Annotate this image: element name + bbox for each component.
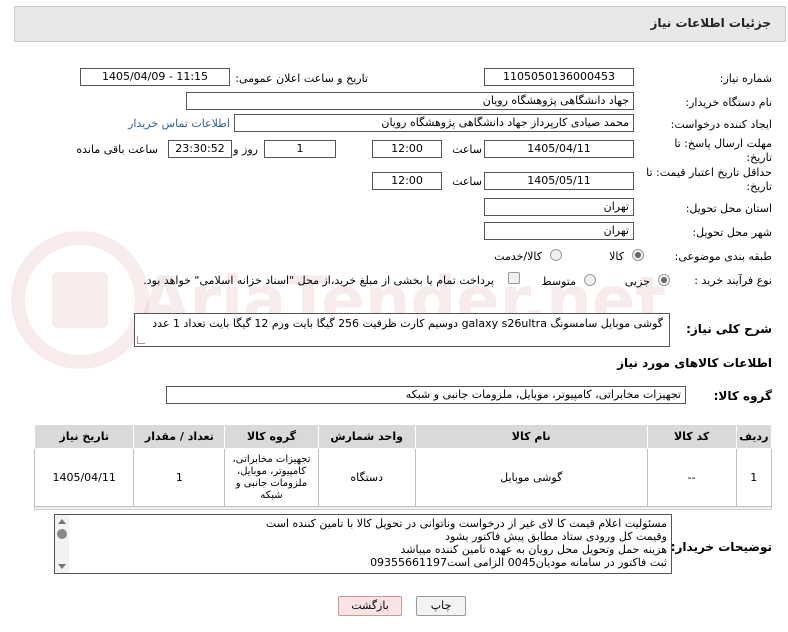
requester-field[interactable]: محمد صیادی کارپرداز جهاد دانشگاهی پژوهشگ…: [234, 114, 634, 132]
price-validity-label: حداقل تاریخ اعتبار قیمت: تا تاریخ:: [646, 166, 772, 193]
buyer-note-line: ثبت فاکتور در سامانه مودیان0045 الزامی ا…: [370, 556, 667, 569]
price-time-field[interactable]: 12:00: [372, 172, 442, 190]
purchase-radio-medium[interactable]: [584, 274, 596, 286]
category-option-goods-service: کالا/خدمت: [494, 250, 542, 263]
cell-date: 1405/04/11: [33, 448, 135, 507]
col-header-qty: تعداد / مقدار: [133, 424, 226, 449]
goods-info-title: اطلاعات کالاهای مورد نیاز: [617, 356, 772, 370]
purchase-radio-minor[interactable]: [658, 274, 670, 286]
need-number-field[interactable]: 1105050136000453: [484, 68, 634, 86]
reply-time-label: ساعت: [452, 143, 482, 156]
treasury-note: پرداخت تمام یا بخشی از مبلغ خرید،از محل …: [143, 274, 494, 287]
remaining-time-field[interactable]: 23:30:52: [168, 140, 232, 158]
days-and-label: روز و: [233, 143, 258, 156]
buyer-org-field[interactable]: جهاد دانشگاهی پژوهشگاه رویان: [186, 92, 634, 110]
notes-scrollbar[interactable]: [55, 515, 69, 573]
goods-group-field[interactable]: تجهیزات مخابراتی، کامپیوتر، موبایل، ملزو…: [166, 386, 686, 404]
reply-deadline-label: مهلت ارسال پاسخ: تا تاریخ:: [674, 137, 772, 164]
table-row[interactable]: 1 -- گوشی موبایل دستگاه تجهیزات مخابراتی…: [33, 448, 773, 507]
description-textarea[interactable]: گوشی موبایل سامسونگ galaxy s26ultra دوسی…: [134, 313, 670, 347]
cell-group: تجهیزات مخابراتی، کامپیوتر، موبایل، ملزو…: [224, 448, 319, 507]
cell-unit: دستگاه: [317, 448, 416, 507]
remaining-time-label: ساعت باقی مانده: [76, 143, 158, 156]
category-radio-goods-service[interactable]: [550, 249, 562, 261]
reply-time-field[interactable]: 12:00: [372, 140, 442, 158]
col-header-name: نام کالا: [414, 424, 648, 449]
price-date-field[interactable]: 1405/05/11: [484, 172, 634, 190]
cell-qty: 1: [133, 448, 226, 507]
purchase-option-medium: متوسط: [541, 275, 576, 288]
province-label: استان محل تحویل:: [685, 202, 772, 215]
table-header-row: ردیف کد کالا نام کالا واحد شمارش گروه کا…: [33, 424, 773, 449]
buyer-org-label: نام دستگاه خریدار:: [685, 96, 772, 109]
buyer-note-line: وقیمت کل ورودی ستاد مطابق پیش فاکتور بشو…: [445, 530, 667, 543]
page-header: جزئیات اطلاعات نیاز: [14, 6, 786, 42]
category-radio-goods[interactable]: [632, 249, 644, 261]
scroll-up-icon[interactable]: [58, 519, 66, 524]
goods-group-label: گروه کالا:: [713, 389, 772, 403]
city-field[interactable]: تهران: [484, 222, 634, 240]
scroll-down-icon[interactable]: [58, 564, 66, 569]
reply-date-field[interactable]: 1405/04/11: [484, 140, 634, 158]
col-header-group: گروه کالا: [224, 424, 319, 449]
purchase-type-label: نوع فرآیند خرید :: [694, 274, 772, 287]
col-header-code: کد کالا: [646, 424, 737, 449]
col-header-date: تاریخ نیاز: [33, 424, 135, 449]
print-button[interactable]: چاپ: [416, 596, 466, 616]
city-label: شهر محل تحویل:: [692, 226, 772, 239]
province-field[interactable]: تهران: [484, 198, 634, 216]
cell-code: --: [646, 448, 737, 507]
days-remaining-field[interactable]: 1: [264, 140, 336, 158]
cell-row-number: 1: [735, 448, 773, 507]
description-text: گوشی موبایل سامسونگ galaxy s26ultra دوسی…: [152, 317, 663, 330]
col-header-row-number: ردیف: [735, 424, 773, 449]
treasury-checkbox[interactable]: [508, 272, 520, 284]
scroll-thumb[interactable]: [57, 529, 67, 539]
items-table: ردیف کد کالا نام کالا واحد شمارش گروه کا…: [33, 424, 773, 507]
page-title: جزئیات اطلاعات نیاز: [650, 16, 771, 30]
announce-field[interactable]: 1405/04/09 - 11:15: [80, 68, 230, 86]
buyer-notes-textarea[interactable]: مسئولیت اعلام قیمت کا لای غیر از درخواست…: [54, 514, 672, 574]
description-label: شرح کلی نیاز:: [686, 322, 772, 336]
announce-label: تاریخ و ساعت اعلان عمومی:: [235, 72, 368, 85]
category-label: طبقه بندی موضوعی:: [674, 250, 772, 263]
category-option-goods: کالا: [609, 250, 624, 263]
purchase-option-minor: جزیی: [624, 275, 650, 288]
buyer-notes-label: توضیحات خریدار:: [670, 540, 772, 554]
cell-name: گوشی موبایل: [414, 448, 648, 507]
need-number-label: شماره نیاز:: [719, 72, 772, 85]
buyer-contact-link[interactable]: اطلاعات تماس خریدار: [128, 117, 230, 130]
buyer-note-line: هزینه حمل وتحویل محل رویان به عهده تامین…: [400, 543, 667, 556]
requester-label: ایجاد کننده درخواست:: [670, 118, 772, 131]
price-time-label: ساعت: [452, 175, 482, 188]
buyer-note-line: مسئولیت اعلام قیمت کا لای غیر از درخواست…: [265, 517, 667, 530]
resize-grip-icon[interactable]: [137, 336, 145, 344]
col-header-unit: واحد شمارش: [317, 424, 416, 449]
back-button[interactable]: بازگشت: [338, 596, 402, 616]
